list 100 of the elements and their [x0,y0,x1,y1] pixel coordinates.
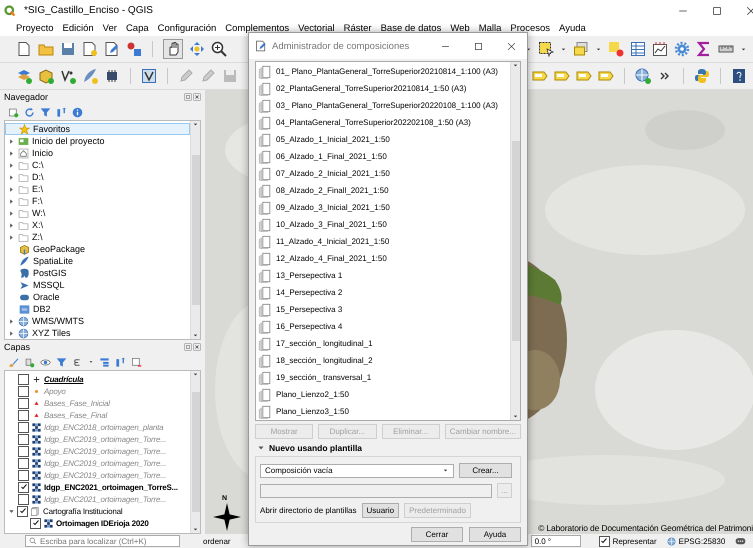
eye-icon[interactable] [40,356,51,368]
checkbox[interactable] [18,494,29,504]
tree-item[interactable]: Inicio del proyecto [5,135,190,147]
expand-arrow-icon[interactable] [8,186,15,192]
list-item[interactable]: 05_Alzado_1_Inicial_2021_1:50 [256,131,510,148]
layer-item[interactable]: Idgp_ENC2019_ortoimagen_Torre... [5,457,190,469]
menu-item[interactable]: Web [450,23,470,34]
caret-icon[interactable] [192,121,199,128]
checkbox[interactable] [18,482,29,492]
collapse-icon[interactable] [56,106,67,118]
caret-icon[interactable] [192,332,199,339]
expand-arrow-icon[interactable] [8,234,15,240]
sigma-icon[interactable] [696,41,712,57]
list-item[interactable]: 14_Persepectiva 2 [256,284,510,301]
layer-item[interactable]: Apoyo [5,385,190,397]
button[interactable]: Crear... [459,463,512,478]
layer-item[interactable]: Cartografía Institucional [5,505,190,517]
tree-item[interactable]: Inicio [5,147,190,159]
add-icon[interactable] [8,106,19,118]
caret-icon[interactable] [512,413,519,420]
rotation-field[interactable]: 0.0 ° [530,535,581,547]
close-icon[interactable] [193,343,201,351]
page-edit-icon[interactable] [104,41,120,57]
package-icon[interactable] [38,68,54,84]
layer-item[interactable]: Idgp_ENC2019_ortoimagen_Torre... [5,445,190,457]
tree-item[interactable]: XYZ Tiles [5,327,190,339]
deselect-icon[interactable] [608,41,624,57]
maximize-icon[interactable] [711,4,723,16]
tree-item[interactable]: SpatiaLite [5,255,190,267]
chip-icon[interactable] [104,68,120,84]
brush-icon[interactable] [8,356,19,368]
checkbox[interactable] [18,458,29,468]
menu-item[interactable]: Complementos [225,23,290,34]
globe-icon[interactable] [666,536,676,546]
caret-icon[interactable] [560,46,567,52]
input-field[interactable] [260,484,492,498]
menu-item[interactable]: Configuración [158,23,216,34]
globe-icon[interactable] [635,68,651,84]
tree-item[interactable]: Favoritos [5,123,190,135]
search-field[interactable]: Escriba para localizar (Ctrl+K) [25,535,180,547]
checkbox[interactable] [18,374,29,384]
template-dropdown[interactable]: Composición vacía [260,464,454,478]
layer-item[interactable]: Idgp_ENC2021_ortoimagen_TorreS... [5,481,190,493]
list-item[interactable]: 10_Alzado_3_Final_2021_1:50 [256,216,510,233]
menu-item[interactable]: Procesos [510,23,550,34]
save-icon[interactable] [60,41,76,57]
expand-arrow-icon[interactable] [8,198,15,204]
caret-icon[interactable] [595,46,602,52]
move-icon[interactable] [189,41,205,57]
forms-icon[interactable] [573,41,589,57]
button[interactable]: Cerrar [411,527,463,542]
checkbox[interactable] [18,434,29,444]
float-icon[interactable] [184,93,192,101]
tree-item[interactable]: PostGIS [5,267,190,279]
tree-item[interactable]: Z:\ [5,231,190,243]
list-item[interactable]: 02_PlantaGeneral_TorreSuperior20210814_1:50 (A3) [256,80,510,97]
list-item[interactable]: 04_PlantaGeneral_TorreSuperior202202108_1:50 (A3) [256,114,510,131]
tree-item[interactable]: F:\ [5,195,190,207]
crs-label[interactable]: EPSG:25830 [678,536,726,546]
checkbox[interactable] [18,410,29,420]
expand-arrow-icon[interactable] [8,508,15,514]
expand-arrow-icon[interactable] [8,210,15,216]
layer-item[interactable]: Bases_Fase_Final [5,409,190,421]
expand-arrow-icon[interactable] [257,444,265,452]
list-item[interactable]: 06_Alzado_1_Final_2021_1:50 [256,148,510,165]
select-icon[interactable] [538,41,554,57]
refresh-icon[interactable] [24,106,35,118]
menu-item[interactable]: Base de datos [380,23,442,34]
close-icon[interactable] [506,40,517,52]
checkbox[interactable] [18,386,29,396]
remove-icon[interactable] [131,356,142,368]
expand-arrow-icon[interactable] [8,138,15,144]
menu-item[interactable]: Ráster [344,23,372,34]
checkbox[interactable] [18,422,29,432]
expand-arrow-icon[interactable] [8,162,15,168]
new-file-icon[interactable] [16,41,32,57]
tree-item[interactable]: E:\ [5,183,190,195]
info-icon[interactable] [72,106,83,118]
scrollbar[interactable] [190,121,200,339]
shapes-icon[interactable] [126,41,142,57]
vector-icon[interactable] [141,68,157,84]
list-item[interactable]: 09_Alzado_3_Inicial_2021_1:50 [256,199,510,216]
list-item[interactable]: Plano_Lienzo2_1:50 [256,386,510,403]
collapse-icon[interactable] [115,356,126,368]
menu-item[interactable]: Ayuda [559,23,586,34]
layer-item[interactable]: Idgp_ENC2018_ortoimagen_planta [5,421,190,433]
float-icon[interactable] [184,343,192,351]
tree-item[interactable]: MSSQL [5,279,190,291]
list-item[interactable]: 15_Persepectiva 3 [256,301,510,318]
chart-icon[interactable] [652,41,668,57]
list-item[interactable]: 13_Persepectiva 1 [256,267,510,284]
zoom-in-icon[interactable] [211,41,227,57]
checkbox[interactable] [598,536,610,546]
list-item[interactable]: Plano_Lienzo3_1:50 [256,403,510,420]
list-item[interactable]: 03_ Plano_PlantaGeneral_TorreSuperior20220108_1:100 (A3) [256,97,510,114]
maximize-icon[interactable] [473,40,484,52]
help-icon[interactable] [731,68,747,84]
list-item[interactable]: 18_sección_ longitudinal_2 [256,352,510,369]
list-item[interactable]: 19_sección_ transversal_1 [256,369,510,386]
checkbox[interactable] [18,470,29,480]
